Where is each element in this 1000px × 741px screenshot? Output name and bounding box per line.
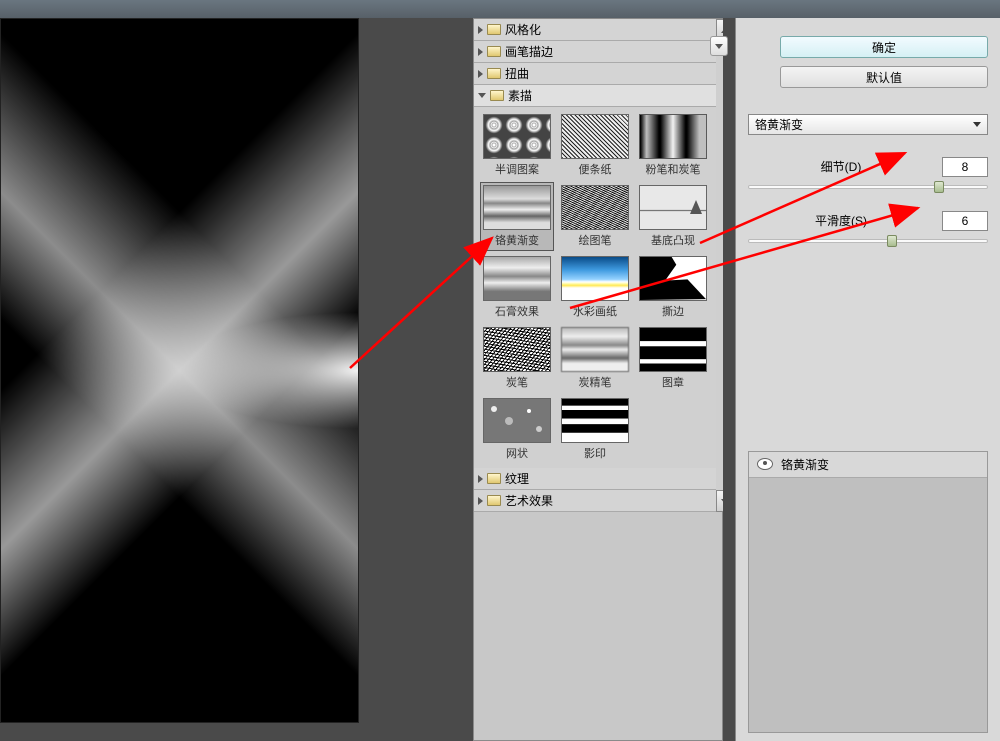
- vertical-splitter-1[interactable]: [455, 18, 473, 741]
- collapse-icon: [478, 93, 486, 98]
- thumb-label: 炭精笔: [579, 374, 612, 390]
- folder-texture[interactable]: 纹理: [474, 468, 716, 490]
- thumb-12[interactable]: 网状: [480, 395, 554, 464]
- layer-name: 铬黄渐变: [781, 456, 829, 473]
- thumb-preview: [639, 185, 707, 230]
- thumb-preview: [483, 185, 551, 230]
- thumb-label: 半调图案: [495, 161, 539, 177]
- window-titlebar: [0, 0, 1000, 18]
- preview-image: [1, 19, 358, 722]
- dropdown-icon: [973, 122, 981, 127]
- thumb-11[interactable]: 图章: [636, 324, 710, 393]
- folder-icon: [487, 24, 501, 35]
- folder-label: 艺术效果: [505, 492, 553, 509]
- folder-sketch[interactable]: 素描: [474, 85, 716, 107]
- thumb-label: 炭笔: [506, 374, 528, 390]
- vertical-splitter-2[interactable]: [723, 18, 735, 741]
- expand-icon: [478, 475, 483, 483]
- folder-label: 风格化: [505, 21, 541, 38]
- thumb-3[interactable]: 铬黄渐变: [480, 182, 554, 251]
- filter-selected-label: 铬黄渐变: [755, 116, 803, 133]
- folder-label: 素描: [508, 87, 532, 104]
- thumb-label: 网状: [506, 445, 528, 461]
- thumb-label: 影印: [584, 445, 606, 461]
- folder-icon: [490, 90, 504, 101]
- folder-label: 画笔描边: [505, 43, 553, 60]
- thumb-label: 图章: [662, 374, 684, 390]
- layer-body: [749, 478, 987, 732]
- smooth-input[interactable]: [942, 211, 988, 231]
- thumb-4[interactable]: 绘图笔: [558, 182, 632, 251]
- thumb-preview: [561, 185, 629, 230]
- thumb-preview: [561, 256, 629, 301]
- thumb-preview: [483, 398, 551, 443]
- thumb-preview: [483, 327, 551, 372]
- thumb-preview: [639, 327, 707, 372]
- thumb-label: 铬黄渐变: [495, 232, 539, 248]
- folder-icon: [487, 68, 501, 79]
- thumb-label: 绘图笔: [579, 232, 612, 248]
- filter-dropdown[interactable]: 铬黄渐变: [748, 114, 988, 135]
- thumb-preview: [561, 327, 629, 372]
- folder-brush[interactable]: 画笔描边: [474, 41, 716, 63]
- thumb-preview: [561, 114, 629, 159]
- thumb-2[interactable]: 粉笔和炭笔: [636, 111, 710, 180]
- visibility-icon[interactable]: [757, 458, 773, 470]
- expand-icon: [478, 497, 483, 505]
- layer-row[interactable]: 铬黄渐变: [749, 452, 987, 478]
- expand-icon: [478, 26, 483, 34]
- smooth-label: 平滑度(S): [748, 212, 934, 229]
- expand-icon: [478, 70, 483, 78]
- folder-icon: [487, 495, 501, 506]
- thumb-6[interactable]: 石膏效果: [480, 253, 554, 322]
- thumb-5[interactable]: 基底凸现: [636, 182, 710, 251]
- effect-layers-panel: 铬黄渐变: [748, 451, 988, 733]
- thumb-preview: [639, 114, 707, 159]
- thumb-13[interactable]: 影印: [558, 395, 632, 464]
- thumb-preview: [639, 256, 707, 301]
- chevron-down-icon: [715, 44, 723, 49]
- smooth-slider-handle[interactable]: [887, 235, 897, 247]
- thumb-0[interactable]: 半调图案: [480, 111, 554, 180]
- thumb-label: 粉笔和炭笔: [646, 161, 701, 177]
- folder-artistic[interactable]: 艺术效果: [474, 490, 716, 512]
- detail-input[interactable]: [942, 157, 988, 177]
- thumb-preview: [483, 114, 551, 159]
- ok-button[interactable]: 确定: [780, 36, 988, 58]
- thumb-preview: [561, 398, 629, 443]
- thumb-10[interactable]: 炭精笔: [558, 324, 632, 393]
- gallery-tree: 风格化 画笔描边 扭曲 素描 半调图案便条纸粉笔和炭笔铬黄渐变绘: [474, 19, 716, 512]
- thumb-8[interactable]: 撕边: [636, 253, 710, 322]
- thumb-label: 撕边: [662, 303, 684, 319]
- thumb-label: 石膏效果: [495, 303, 539, 319]
- defaults-button[interactable]: 默认值: [780, 66, 988, 88]
- thumb-7[interactable]: 水彩画纸: [558, 253, 632, 322]
- thumb-label: 基底凸现: [651, 232, 695, 248]
- filter-gallery-panel: 风格化 画笔描边 扭曲 素描 半调图案便条纸粉笔和炭笔铬黄渐变绘: [473, 18, 723, 741]
- collapse-panel-button[interactable]: [710, 36, 728, 56]
- smooth-slider[interactable]: [748, 239, 988, 243]
- main-area: 风格化 画笔描边 扭曲 素描 半调图案便条纸粉笔和炭笔铬黄渐变绘: [0, 18, 1000, 741]
- folder-icon: [487, 46, 501, 57]
- folder-icon: [487, 473, 501, 484]
- detail-label: 细节(D): [748, 158, 934, 175]
- folder-label: 扭曲: [505, 65, 529, 82]
- folder-label: 纹理: [505, 470, 529, 487]
- expand-icon: [478, 48, 483, 56]
- sketch-thumbnails: 半调图案 便条纸 粉笔和炭笔铬黄渐变 绘图笔 基底凸现石膏效果 水彩画纸 撕边炭笔 炭精笔 图章…: [474, 107, 716, 468]
- preview-frame: [0, 18, 359, 723]
- preview-panel: [0, 18, 455, 741]
- folder-distort[interactable]: 扭曲: [474, 63, 716, 85]
- thumb-1[interactable]: 便条纸: [558, 111, 632, 180]
- thumb-9[interactable]: 炭笔: [480, 324, 554, 393]
- thumb-preview: [483, 256, 551, 301]
- folder-stylize[interactable]: 风格化: [474, 19, 716, 41]
- detail-slider[interactable]: [748, 185, 988, 189]
- detail-slider-handle[interactable]: [934, 181, 944, 193]
- thumb-label: 便条纸: [579, 161, 612, 177]
- thumb-label: 水彩画纸: [573, 303, 617, 319]
- settings-panel: 确定 默认值 铬黄渐变 细节(D) 平滑度(S) 铬黄渐变: [735, 18, 1000, 741]
